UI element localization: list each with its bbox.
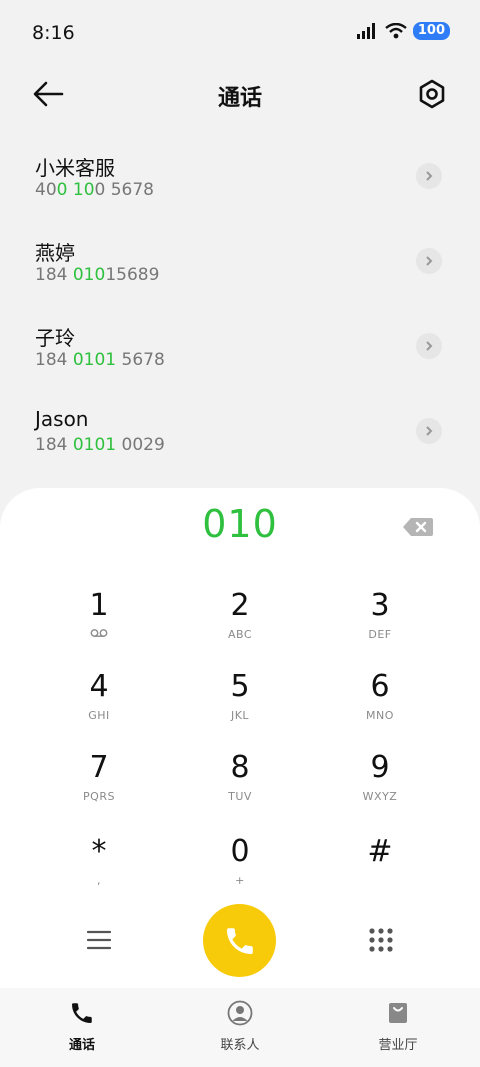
gear-icon [419, 79, 445, 109]
wifi-icon [385, 23, 407, 39]
signal-icon [356, 23, 375, 39]
person-icon [227, 1000, 253, 1026]
dial-key-7[interactable]: 7 PQRS [39, 750, 159, 820]
dial-key-hash[interactable]: # [320, 834, 440, 904]
nav-label: 通话 [68, 1038, 95, 1053]
menu-icon [86, 930, 112, 950]
contact-number: 184 0101 0029 [35, 435, 165, 455]
status-time: 8:16 [32, 22, 75, 44]
nav-label: 联系人 [220, 1038, 260, 1053]
dialpad-panel: 010 1 2 ABC 3 DEF 4 GHI 5 JKL 6 MNO 7 PQ… [0, 488, 480, 1067]
header: 通话 [0, 64, 480, 124]
dial-key-9[interactable]: 9 WXYZ [320, 750, 440, 820]
chevron-right-icon [426, 341, 433, 351]
chevron-right-icon [426, 256, 433, 266]
dial-key-1[interactable]: 1 [39, 588, 159, 658]
nav-label: 营业厅 [378, 1038, 418, 1053]
bottom-nav: 通话 联系人 营业厅 [0, 988, 480, 1067]
contact-name: 子玲 [35, 326, 75, 350]
settings-button[interactable] [416, 78, 448, 110]
dial-key-6[interactable]: 6 MNO [320, 669, 440, 739]
grid-icon [369, 928, 393, 952]
dial-key-4[interactable]: 4 GHI [39, 669, 159, 739]
page-title: 通话 [217, 86, 262, 111]
contact-item[interactable]: 燕婷 184 01015689 [0, 225, 480, 310]
nav-item-store[interactable]: 营业厅 [338, 1000, 458, 1053]
contact-detail-button[interactable] [416, 163, 442, 189]
contact-item[interactable]: 小米客服 400 100 5678 [0, 140, 480, 225]
contact-name: Jason [35, 407, 89, 431]
menu-button[interactable] [86, 928, 112, 952]
contact-name: 燕婷 [35, 241, 75, 265]
dial-key-2[interactable]: 2 ABC [180, 588, 300, 658]
dial-key-8[interactable]: 8 TUV [180, 750, 300, 820]
dial-key-star[interactable]: * , [39, 834, 159, 904]
dial-key-5[interactable]: 5 JKL [180, 669, 300, 739]
nav-item-calls[interactable]: 通话 [22, 1000, 142, 1053]
contact-detail-button[interactable] [416, 248, 442, 274]
chevron-right-icon [426, 426, 433, 436]
backspace-icon [403, 518, 433, 536]
contact-item[interactable]: Jason 184 0101 0029 [0, 395, 480, 480]
call-button[interactable] [203, 904, 276, 977]
contact-item[interactable]: 子玲 184 0101 5678 [0, 310, 480, 395]
nav-item-contacts[interactable]: 联系人 [180, 1000, 300, 1053]
phone-icon [226, 927, 253, 954]
contact-detail-button[interactable] [416, 418, 442, 444]
chevron-right-icon [426, 171, 433, 181]
bag-icon [389, 1003, 407, 1023]
dialpad-toggle-button[interactable] [368, 927, 394, 953]
contact-number: 400 100 5678 [35, 180, 154, 200]
phone-icon [72, 1003, 92, 1023]
contact-detail-button[interactable] [416, 333, 442, 359]
voicemail-icon [90, 629, 108, 637]
status-bar: 8:16 100 [0, 0, 480, 64]
dial-key-3[interactable]: 3 DEF [320, 588, 440, 658]
contact-list: 小米客服 400 100 5678 燕婷 184 01015689 子玲 184… [0, 140, 480, 480]
contact-number: 184 01015689 [35, 265, 160, 285]
contact-number: 184 0101 5678 [35, 350, 165, 370]
contact-name: 小米客服 [35, 156, 115, 180]
status-icons: 100 [356, 22, 450, 40]
dial-key-0[interactable]: 0 + [180, 834, 300, 904]
battery-indicator: 100 [412, 22, 450, 40]
backspace-button[interactable] [402, 516, 434, 538]
